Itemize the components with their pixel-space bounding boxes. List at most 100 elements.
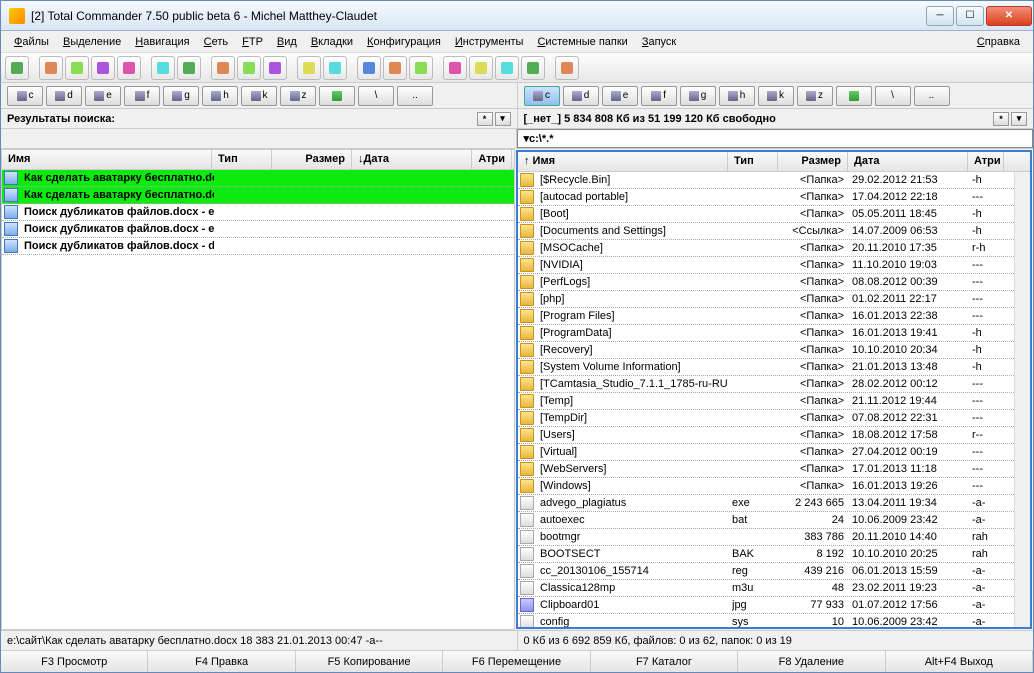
drive-f-button[interactable]: f <box>641 86 677 106</box>
right-row[interactable]: autoexecbat2410.06.2009 23:42-a- <box>518 512 1014 529</box>
right-favorites-button[interactable]: ▾ <box>1011 112 1027 126</box>
drive-c-button[interactable]: c <box>7 86 43 106</box>
toolbar-brush1-button[interactable] <box>151 56 175 80</box>
right-row[interactable]: [WebServers]<Папка>17.01.2013 11:18--- <box>518 461 1014 478</box>
menu-help[interactable]: Справка <box>970 34 1027 50</box>
drive-f-button[interactable]: f <box>124 86 160 106</box>
right-row[interactable]: [NVIDIA]<Папка>11.10.2010 19:03--- <box>518 257 1014 274</box>
right-row[interactable]: [MSOCache]<Папка>20.11.2010 17:35r-h <box>518 240 1014 257</box>
drive-g-button[interactable]: g <box>680 86 716 106</box>
right-header-date[interactable]: Дата <box>848 152 968 171</box>
menu-Навигация[interactable]: Навигация <box>128 34 196 50</box>
menu-Вид[interactable]: Вид <box>270 34 304 50</box>
right-row[interactable]: [Program Files]<Папка>16.01.2013 22:38--… <box>518 308 1014 325</box>
toolbar-pack-button[interactable] <box>555 56 579 80</box>
drive-d-button[interactable]: d <box>46 86 82 106</box>
right-row[interactable]: [PerfLogs]<Папка>08.08.2012 00:39--- <box>518 274 1014 291</box>
drive-up-button[interactable]: .. <box>914 86 950 106</box>
left-header-name[interactable]: Имя <box>2 150 212 169</box>
drive-h-button[interactable]: h <box>202 86 238 106</box>
right-row[interactable]: advego_plagiatusexe2 243 66513.04.2011 1… <box>518 495 1014 512</box>
right-row[interactable]: [ProgramData]<Папка>16.01.2013 19:41-h <box>518 325 1014 342</box>
toolbar-box1-button[interactable] <box>297 56 321 80</box>
toolbar-sync-button[interactable] <box>495 56 519 80</box>
drive-z-button[interactable]: z <box>797 86 833 106</box>
right-row[interactable]: Classica128mpm3u4823.02.2011 19:23-a- <box>518 580 1014 597</box>
right-row[interactable]: [php]<Папка>01.02.2011 22:17--- <box>518 291 1014 308</box>
maximize-button[interactable]: ☐ <box>956 6 984 26</box>
right-scrollbar[interactable] <box>1014 172 1030 627</box>
right-row[interactable]: BOOTSECTBAK8 19210.10.2010 20:25rah <box>518 546 1014 563</box>
fnkey-button[interactable]: F3 Просмотр <box>1 651 148 672</box>
drive-c-button[interactable]: c <box>524 86 560 106</box>
fnkey-button[interactable]: F8 Удаление <box>738 651 885 672</box>
menu-FTP[interactable]: FTP <box>235 34 270 50</box>
path-left[interactable] <box>1 129 517 148</box>
toolbar-grid2-button[interactable] <box>65 56 89 80</box>
menu-Запуск[interactable]: Запуск <box>635 34 683 50</box>
right-row[interactable]: [Recovery]<Папка>10.10.2010 20:34-h <box>518 342 1014 359</box>
minimize-button[interactable]: ─ <box>926 6 954 26</box>
menu-Системные папки[interactable]: Системные папки <box>530 34 634 50</box>
drive-root-button[interactable]: \ <box>875 86 911 106</box>
right-row[interactable]: configsys1010.06.2009 23:42-a- <box>518 614 1014 627</box>
right-row[interactable]: [System Volume Information]<Папка>21.01.… <box>518 359 1014 376</box>
drive-e-button[interactable]: e <box>602 86 638 106</box>
right-row[interactable]: [Windows]<Папка>16.01.2013 19:26--- <box>518 478 1014 495</box>
toolbar-diff-button[interactable] <box>521 56 545 80</box>
menu-Конфигурация[interactable]: Конфигурация <box>360 34 448 50</box>
left-header-date[interactable]: ↓Дата <box>352 150 472 169</box>
right-row[interactable]: [$Recycle.Bin]<Папка>29.02.2012 21:53-h <box>518 172 1014 189</box>
right-row[interactable]: Clipboard01jpg77 93301.07.2012 17:56-a- <box>518 597 1014 614</box>
right-header-name[interactable]: ↑ Имя <box>518 152 728 171</box>
left-row[interactable]: Как сделать аватарку бесплатно.docx - e:… <box>2 187 514 204</box>
right-row[interactable]: [Users]<Папка>18.08.2012 17:58r-- <box>518 427 1014 444</box>
right-row[interactable]: bootmgr383 78620.11.2010 14:40rah <box>518 529 1014 546</box>
drive-z-button[interactable]: z <box>280 86 316 106</box>
toolbar-ftp-button[interactable] <box>357 56 381 80</box>
right-row[interactable]: cc_20130106_155714reg439 21606.01.2013 1… <box>518 563 1014 580</box>
right-header-type[interactable]: Тип <box>728 152 778 171</box>
toolbar-url1-button[interactable] <box>383 56 407 80</box>
toolbar-star1-button[interactable] <box>211 56 235 80</box>
toolbar-star2-button[interactable] <box>237 56 261 80</box>
drive-k-button[interactable]: k <box>241 86 277 106</box>
left-header-type[interactable]: Тип <box>212 150 272 169</box>
right-row[interactable]: [Temp]<Папка>21.11.2012 19:44--- <box>518 393 1014 410</box>
toolbar-url2-button[interactable] <box>409 56 433 80</box>
menu-Выделение[interactable]: Выделение <box>56 34 128 50</box>
right-row[interactable]: [Virtual]<Папка>27.04.2012 00:19--- <box>518 444 1014 461</box>
right-filelist[interactable]: [$Recycle.Bin]<Папка>29.02.2012 21:53-h[… <box>518 172 1014 627</box>
fnkey-button[interactable]: F4 Правка <box>148 651 295 672</box>
left-header-size[interactable]: Размер <box>272 150 352 169</box>
drive-up-button[interactable]: .. <box>397 86 433 106</box>
menu-Вкладки[interactable]: Вкладки <box>304 34 360 50</box>
close-button[interactable]: ✕ <box>986 6 1032 26</box>
left-history-button[interactable]: * <box>477 112 493 126</box>
right-row[interactable]: [Boot]<Папка>05.05.2011 18:45-h <box>518 206 1014 223</box>
left-filelist[interactable]: Как сделать аватарку бесплатно.docx - e:… <box>2 170 514 629</box>
path-right[interactable]: ▾c:\*.* <box>517 129 1034 148</box>
right-row[interactable]: [autocad portable]<Папка>17.04.2012 22:1… <box>518 189 1014 206</box>
menu-Сеть[interactable]: Сеть <box>197 34 235 50</box>
right-row[interactable]: [Documents and Settings]<Ссылка>14.07.20… <box>518 223 1014 240</box>
drive-net-button[interactable] <box>319 86 355 106</box>
drive-e-button[interactable]: e <box>85 86 121 106</box>
drive-root-button[interactable]: \ <box>358 86 394 106</box>
drive-k-button[interactable]: k <box>758 86 794 106</box>
toolbar-box2-button[interactable] <box>323 56 347 80</box>
toolbar-refresh-button[interactable] <box>5 56 29 80</box>
right-row[interactable]: [TempDir]<Папка>07.08.2012 22:31--- <box>518 410 1014 427</box>
fnkey-button[interactable]: F6 Перемещение <box>443 651 590 672</box>
right-header-size[interactable]: Размер <box>778 152 848 171</box>
right-history-button[interactable]: * <box>993 112 1009 126</box>
drive-d-button[interactable]: d <box>563 86 599 106</box>
left-row[interactable]: Поиск дубликатов файлов.docx - e:\сайт\г… <box>2 204 514 221</box>
drive-g-button[interactable]: g <box>163 86 199 106</box>
fnkey-button[interactable]: F7 Каталог <box>591 651 738 672</box>
toolbar-grid1-button[interactable] <box>39 56 63 80</box>
menu-Файлы[interactable]: Файлы <box>7 34 56 50</box>
drive-h-button[interactable]: h <box>719 86 755 106</box>
toolbar-tree-button[interactable] <box>117 56 141 80</box>
right-row[interactable]: [TCamtasia_Studio_7.1.1_1785-ru-RU]<Папк… <box>518 376 1014 393</box>
